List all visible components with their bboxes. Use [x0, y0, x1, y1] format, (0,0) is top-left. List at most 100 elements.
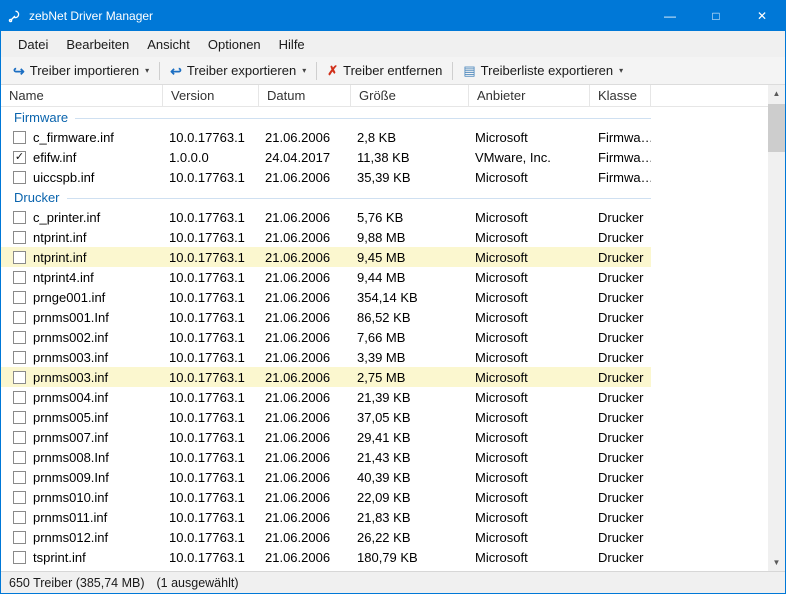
- driver-checkbox[interactable]: [13, 210, 26, 224]
- table-row[interactable]: prnms003.inf 10.0.17763.1 21.06.2006 2,75 M…: [1, 367, 651, 387]
- driver-name: prnms002.inf: [33, 329, 109, 345]
- column-header-klasse[interactable]: Klasse: [590, 85, 651, 106]
- table-row[interactable]: c_printer.inf 10.0.17763.1 21.06.2006 5,76 …: [1, 207, 651, 227]
- table-row[interactable]: prnms009.Inf 10.0.17763.1 21.06.2006 40,39 …: [1, 467, 651, 487]
- remove-driver-button[interactable]: ✗ Treiber entfernen: [320, 59, 449, 83]
- driver-name-cell: prnge001.inf: [1, 290, 163, 305]
- driver-checkbox[interactable]: [13, 370, 26, 384]
- driver-checkbox[interactable]: [13, 550, 26, 564]
- driver-class: Drucker: [598, 309, 644, 325]
- driver-checkbox[interactable]: ✓: [13, 150, 26, 164]
- column-header-version[interactable]: Version: [163, 85, 259, 106]
- driver-size: 26,22 KB: [357, 529, 411, 545]
- driver-size: 86,52 KB: [357, 309, 411, 325]
- chevron-down-icon[interactable]: ▾: [619, 66, 623, 75]
- table-row[interactable]: ntprint.inf 10.0.17763.1 21.06.2006 9,88 MB…: [1, 227, 651, 247]
- driver-vendor: Microsoft: [475, 309, 528, 325]
- driver-name-cell: prnms002.inf: [1, 330, 163, 345]
- driver-class: Firmwa…: [598, 169, 651, 185]
- close-button[interactable]: ✕: [739, 1, 785, 31]
- table-row[interactable]: prnms004.inf 10.0.17763.1 21.06.2006 21,39 …: [1, 387, 651, 407]
- driver-name: c_firmware.inf: [33, 129, 114, 145]
- export-drivers-button[interactable]: ↩ Treiber exportieren ▾: [163, 59, 313, 83]
- driver-date: 21.06.2006: [265, 229, 331, 245]
- table-row[interactable]: prnms010.inf 10.0.17763.1 21.06.2006 22,09 …: [1, 487, 651, 507]
- table-row[interactable]: prnms001.Inf 10.0.17763.1 21.06.2006 86,52 …: [1, 307, 651, 327]
- driver-date: 21.06.2006: [265, 429, 331, 445]
- driver-checkbox[interactable]: [13, 470, 26, 484]
- table-row[interactable]: tsprint.inf 10.0.17763.1 21.06.2006 180,79 …: [1, 547, 651, 567]
- chevron-down-icon[interactable]: ▾: [302, 66, 306, 75]
- driver-checkbox[interactable]: [13, 130, 26, 144]
- driver-size: 21,43 KB: [357, 449, 411, 465]
- menu-item-ansicht[interactable]: Ansicht: [138, 31, 199, 57]
- driver-checkbox[interactable]: [13, 530, 26, 544]
- driver-size: 21,39 KB: [357, 389, 411, 405]
- menu-item-optionen[interactable]: Optionen: [199, 31, 270, 57]
- table-row[interactable]: prnms008.Inf 10.0.17763.1 21.06.2006 21,43 …: [1, 447, 651, 467]
- scrollbar-track[interactable]: [768, 102, 785, 554]
- column-header-groesse[interactable]: Größe: [351, 85, 469, 106]
- table-row[interactable]: prnms011.inf 10.0.17763.1 21.06.2006 21,83 …: [1, 507, 651, 527]
- scroll-up-icon[interactable]: ▲: [768, 85, 785, 102]
- driver-checkbox[interactable]: [13, 410, 26, 424]
- driver-vendor: Microsoft: [475, 429, 528, 445]
- driver-checkbox[interactable]: [13, 490, 26, 504]
- driver-class: Drucker: [598, 429, 644, 445]
- vertical-scrollbar[interactable]: ▲ ▼: [768, 85, 785, 571]
- driver-checkbox[interactable]: [13, 330, 26, 344]
- table-row[interactable]: prnge001.inf 10.0.17763.1 21.06.2006 354,14…: [1, 287, 651, 307]
- driver-version: 10.0.17763.1: [169, 489, 245, 505]
- menu-item-datei[interactable]: Datei: [9, 31, 57, 57]
- import-drivers-button[interactable]: ↪ Treiber importieren ▾: [6, 59, 156, 83]
- driver-vendor: Microsoft: [475, 229, 528, 245]
- driver-version: 10.0.17763.1: [169, 429, 245, 445]
- chevron-down-icon[interactable]: ▾: [145, 66, 149, 75]
- column-header-name[interactable]: Name: [1, 85, 163, 106]
- export-driver-list-button[interactable]: ▤ Treiberliste exportieren ▾: [456, 59, 630, 83]
- column-header-anbieter[interactable]: Anbieter: [469, 85, 590, 106]
- driver-checkbox[interactable]: [13, 350, 26, 364]
- driver-name-cell: prnms001.Inf: [1, 310, 163, 325]
- driver-checkbox[interactable]: [13, 170, 26, 184]
- driver-checkbox[interactable]: [13, 250, 26, 264]
- column-header-row: Name Version Datum Größe Anbieter Klasse: [1, 85, 768, 107]
- driver-checkbox[interactable]: [13, 270, 26, 284]
- menu-item-hilfe[interactable]: Hilfe: [270, 31, 314, 57]
- driver-checkbox[interactable]: [13, 450, 26, 464]
- table-row[interactable]: ntprint4.inf 10.0.17763.1 21.06.2006 9,44 M…: [1, 267, 651, 287]
- driver-vendor: Microsoft: [475, 169, 528, 185]
- driver-checkbox[interactable]: [13, 510, 26, 524]
- window-controls: — □ ✕: [647, 1, 785, 31]
- group-header[interactable]: Firmware: [1, 107, 651, 127]
- table-row[interactable]: ✓ efifw.inf 1.0.0.0 24.04.2017 11,38 KB VMwar…: [1, 147, 651, 167]
- driver-checkbox[interactable]: [13, 390, 26, 404]
- group-divider-line: [66, 198, 651, 199]
- column-header-datum[interactable]: Datum: [259, 85, 351, 106]
- group-label: Firmware: [14, 109, 69, 125]
- driver-checkbox[interactable]: [13, 310, 26, 324]
- scroll-down-icon[interactable]: ▼: [768, 554, 785, 571]
- scrollbar-thumb[interactable]: [768, 104, 785, 152]
- table-row[interactable]: c_firmware.inf 10.0.17763.1 21.06.2006 2,8 …: [1, 127, 651, 147]
- group-header[interactable]: Drucker: [1, 187, 651, 207]
- driver-size: 9,44 MB: [357, 269, 406, 285]
- table-row[interactable]: ntprint.inf 10.0.17763.1 21.06.2006 9,45 MB…: [1, 247, 651, 267]
- table-row[interactable]: uiccspb.inf 10.0.17763.1 21.06.2006 35,39 K…: [1, 167, 651, 187]
- table-row[interactable]: prnms007.inf 10.0.17763.1 21.06.2006 29,41 …: [1, 427, 651, 447]
- table-row[interactable]: prnms003.inf 10.0.17763.1 21.06.2006 3,39 M…: [1, 347, 651, 367]
- driver-name-cell: prnms004.inf: [1, 390, 163, 405]
- driver-vendor: Microsoft: [475, 489, 528, 505]
- driver-version: 10.0.17763.1: [169, 229, 245, 245]
- driver-checkbox[interactable]: [13, 290, 26, 304]
- driver-checkbox[interactable]: [13, 430, 26, 444]
- menu-item-bearbeiten[interactable]: Bearbeiten: [57, 31, 138, 57]
- driver-date: 21.06.2006: [265, 549, 331, 565]
- table-row[interactable]: prnms005.inf 10.0.17763.1 21.06.2006 37,05 …: [1, 407, 651, 427]
- driver-name: tsprint.inf: [33, 549, 86, 565]
- table-row[interactable]: prnms002.inf 10.0.17763.1 21.06.2006 7,66 M…: [1, 327, 651, 347]
- maximize-button[interactable]: □: [693, 1, 739, 31]
- table-row[interactable]: prnms012.inf 10.0.17763.1 21.06.2006 26,22 …: [1, 527, 651, 547]
- minimize-button[interactable]: —: [647, 1, 693, 31]
- driver-checkbox[interactable]: [13, 230, 26, 244]
